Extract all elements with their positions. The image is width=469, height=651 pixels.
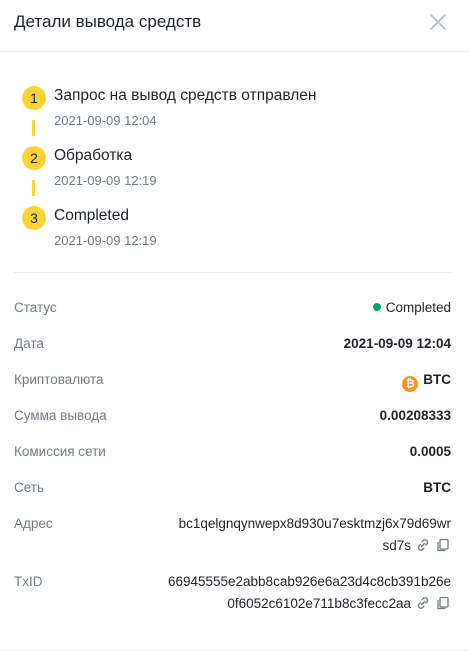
status-text: Completed <box>385 300 451 315</box>
fee-label: Комиссия сети <box>14 444 106 459</box>
crypto-label: Криптовалюта <box>14 372 104 387</box>
date-value: 2021-09-09 12:04 <box>343 336 451 351</box>
step-title: Completed <box>54 207 129 224</box>
amount-value: 0.00208333 <box>379 408 451 423</box>
address-label: Адрес <box>14 516 53 531</box>
txid-line-1: 66945555e2abb8cab926e6a23d4c8cb391b26e <box>167 574 451 589</box>
step-connector <box>32 180 35 196</box>
crypto-text: BTC <box>423 372 451 387</box>
step-number-badge: 1 <box>22 86 46 110</box>
copy-icon[interactable] <box>435 537 451 560</box>
txid-text-end: 0f6052c6102e711b8c3fecc2aa <box>227 596 411 611</box>
step-title: Запрос на вывод средств отправлен <box>54 87 317 104</box>
copy-icon[interactable] <box>435 595 451 618</box>
step-number-badge: 3 <box>22 206 46 230</box>
status-label: Статус <box>14 300 57 315</box>
address-line-2: sd7s <box>151 535 451 560</box>
step-number-badge: 2 <box>22 146 46 170</box>
withdrawal-details-modal: Детали вывода средств 1 Запрос на вывод … <box>0 0 469 651</box>
crypto-value: ₿ BTC <box>402 372 451 392</box>
progress-steps: 1 Запрос на вывод средств отправлен 2021… <box>0 52 469 272</box>
network-label: Сеть <box>14 480 45 495</box>
step-connector <box>32 120 35 136</box>
close-icon[interactable] <box>424 8 452 36</box>
network-value: BTC <box>423 480 451 495</box>
txid-value: 66945555e2abb8cab926e6a23d4c8cb391b26e 0… <box>151 571 451 618</box>
step-title: Обработка <box>54 147 133 164</box>
status-dot-icon <box>372 303 381 311</box>
amount-label: Сумма вывода <box>14 408 107 423</box>
txid-line-2: 0f6052c6102e711b8c3fecc2aa <box>151 593 451 618</box>
step-completed: 3 Completed 2021-09-09 12:19 <box>22 206 462 252</box>
modal-title: Детали вывода средств <box>14 12 202 31</box>
status-value: Completed <box>372 300 451 315</box>
step-time: 2021-09-09 12:04 <box>54 113 157 128</box>
step-processing: 2 Обработка 2021-09-09 12:19 <box>22 146 462 192</box>
fee-value: 0.0005 <box>409 444 451 459</box>
btc-coin-icon: ₿ <box>402 376 419 392</box>
address-text-end: sd7s <box>382 538 411 553</box>
address-line-1: bc1qelgnqynwepx8d930u7esktmzj6x79d69wr <box>178 516 451 531</box>
step-time: 2021-09-09 12:19 <box>54 233 157 248</box>
section-divider <box>14 272 451 273</box>
step-time: 2021-09-09 12:19 <box>54 173 157 188</box>
step-requested: 1 Запрос на вывод средств отправлен 2021… <box>22 86 462 132</box>
txid-label: TxID <box>14 574 43 589</box>
modal-header: Детали вывода средств <box>0 0 469 52</box>
address-value: bc1qelgnqynwepx8d930u7esktmzj6x79d69wr s… <box>151 513 451 560</box>
link-icon[interactable] <box>415 595 431 618</box>
date-label: Дата <box>14 336 44 351</box>
close-button[interactable] <box>424 8 452 36</box>
link-icon[interactable] <box>415 537 431 560</box>
